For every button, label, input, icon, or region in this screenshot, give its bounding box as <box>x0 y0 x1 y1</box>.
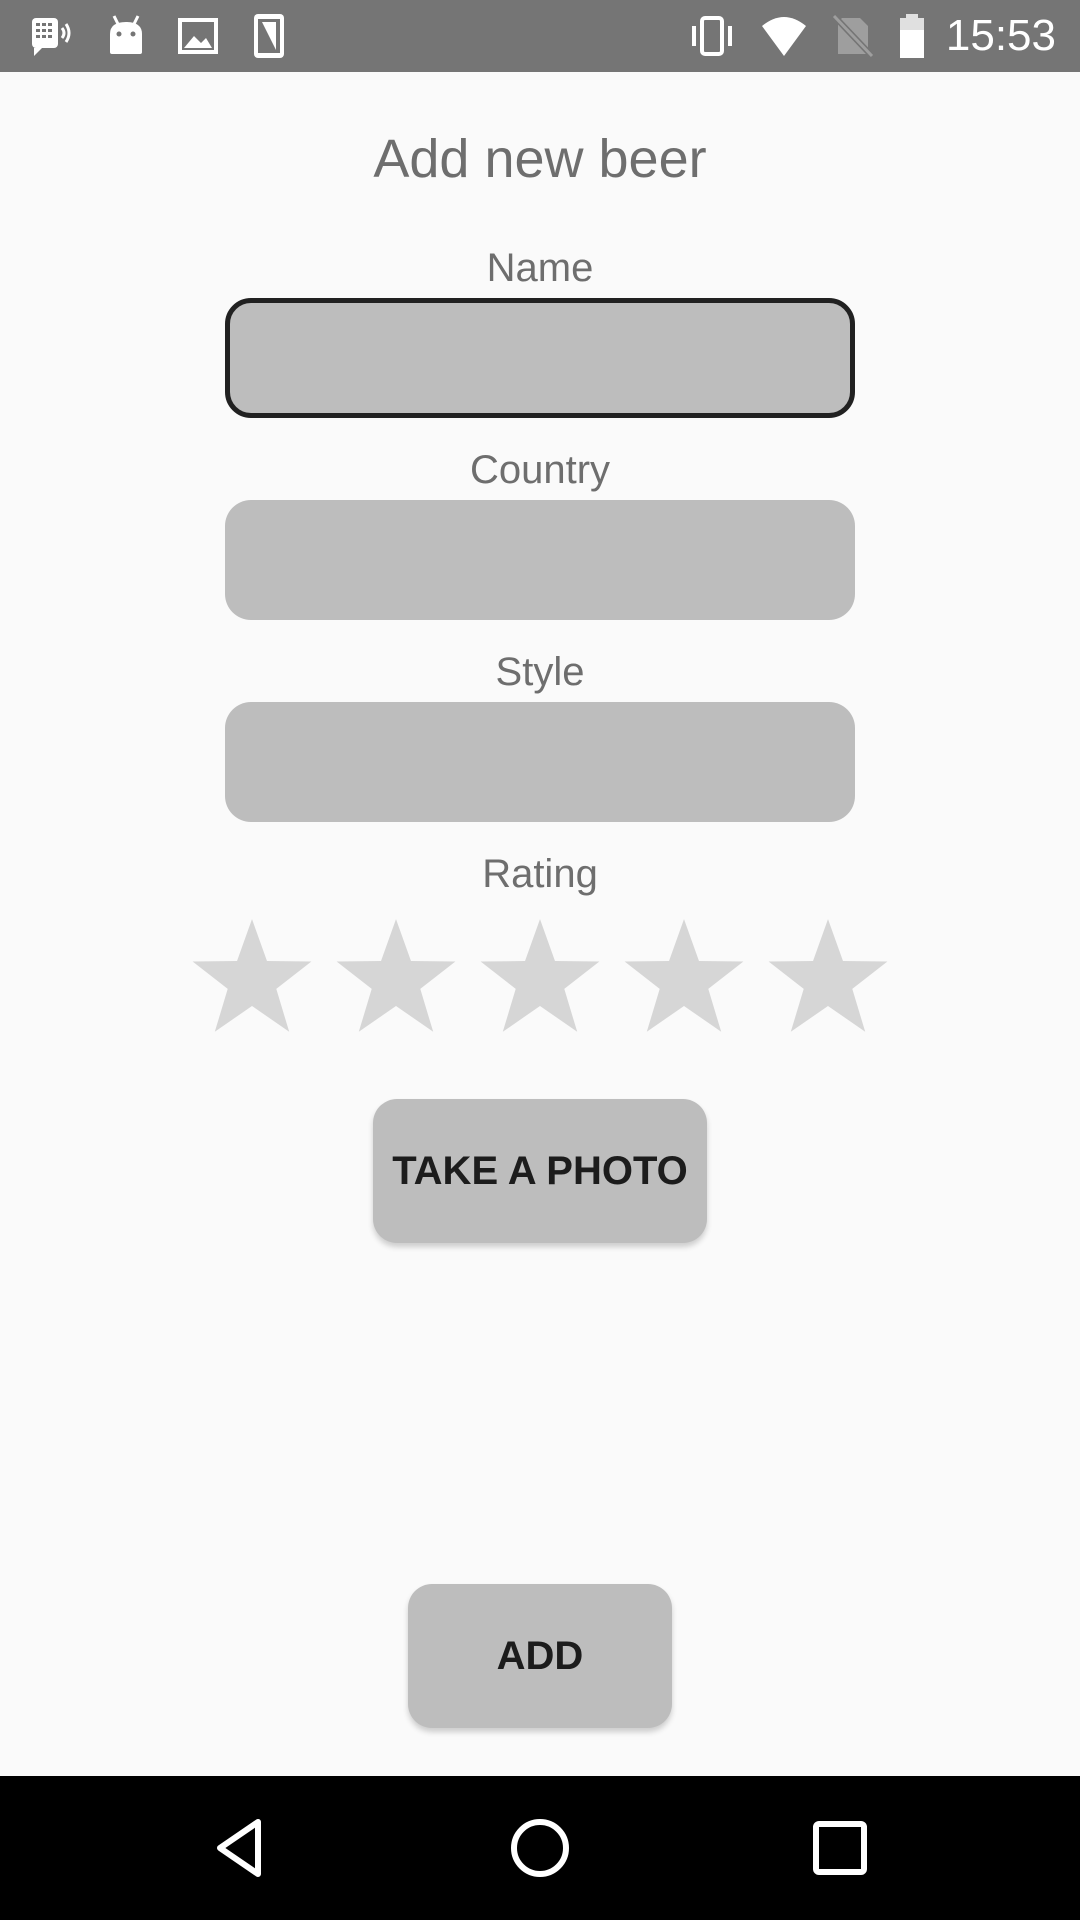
navigation-bar <box>0 1776 1080 1920</box>
take-photo-button-label: TAKE A PHOTO <box>392 1149 688 1193</box>
name-label: Name <box>486 246 594 290</box>
star-5-icon[interactable] <box>766 914 890 1038</box>
wifi-icon <box>762 17 806 56</box>
style-input[interactable] <box>225 702 855 822</box>
rating-bar[interactable] <box>0 914 1080 1038</box>
style-label: Style <box>495 650 585 694</box>
home-icon[interactable] <box>504 1812 576 1884</box>
name-input[interactable] <box>225 298 855 418</box>
add-button-label: ADD <box>496 1634 584 1678</box>
status-time: 15:53 <box>945 11 1056 60</box>
recents-icon[interactable] <box>804 1812 876 1884</box>
star-3-icon[interactable] <box>478 914 602 1038</box>
star-2-icon[interactable] <box>334 914 458 1038</box>
country-label: Country <box>469 448 611 492</box>
android-icon <box>110 15 142 54</box>
take-photo-button[interactable]: TAKE A PHOTO <box>373 1099 707 1243</box>
image-icon <box>178 18 218 54</box>
page-title: Add new beer <box>373 129 707 189</box>
no-sim-icon <box>831 13 875 59</box>
star-1-icon[interactable] <box>190 914 314 1038</box>
rating-label: Rating <box>482 852 598 896</box>
add-button[interactable]: ADD <box>408 1584 672 1728</box>
screen-rotation-icon <box>254 14 284 58</box>
status-bar: 15:53 <box>0 0 1080 72</box>
vibrate-icon <box>692 16 732 56</box>
star-4-icon[interactable] <box>622 914 746 1038</box>
voicemail-icon <box>32 18 71 56</box>
country-input[interactable] <box>225 500 855 620</box>
add-beer-screen: Add new beer Name Country Style Rating T… <box>0 72 1080 1776</box>
back-icon[interactable] <box>204 1812 276 1884</box>
battery-icon <box>900 14 924 58</box>
